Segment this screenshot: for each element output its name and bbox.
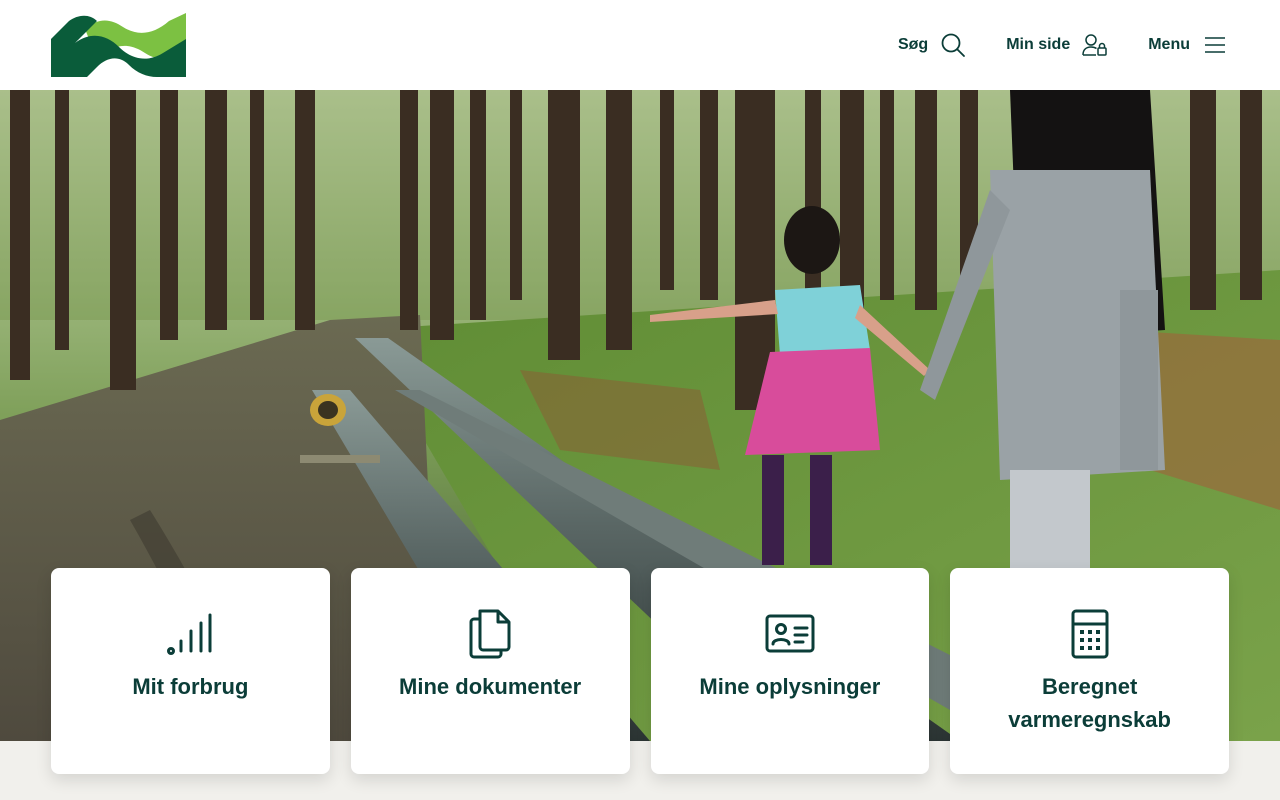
search-button[interactable]: Søg bbox=[898, 32, 966, 58]
documents-icon bbox=[465, 608, 515, 660]
card-my-information[interactable]: Mine oplysninger bbox=[650, 568, 930, 774]
my-page-label: Min side bbox=[1006, 36, 1071, 53]
hamburger-icon bbox=[1202, 32, 1228, 58]
search-icon bbox=[940, 32, 966, 58]
card-heat-accounting[interactable]: Beregnet varmeregnskab bbox=[950, 568, 1229, 774]
calculator-icon bbox=[1065, 608, 1115, 660]
quick-links: Mit forbrug Mine dokumenter Mine oplysni… bbox=[51, 568, 1229, 774]
company-logo[interactable] bbox=[51, 13, 187, 78]
card-label: Mine oplysninger bbox=[699, 674, 881, 699]
site-header: Søg Min side Menu bbox=[0, 0, 1280, 90]
menu-label: Menu bbox=[1148, 36, 1190, 53]
menu-button[interactable]: Menu bbox=[1148, 32, 1228, 58]
card-documents[interactable]: Mine dokumenter bbox=[350, 568, 630, 774]
card-label: Mit forbrug bbox=[132, 674, 249, 699]
user-lock-icon bbox=[1082, 32, 1108, 58]
card-label: Mine dokumenter bbox=[399, 674, 582, 699]
card-label: Beregnet varmeregnskab bbox=[1008, 674, 1171, 732]
search-label: Søg bbox=[897, 36, 929, 53]
top-navigation: Søg Min side Menu bbox=[898, 0, 1228, 90]
id-card-icon bbox=[765, 608, 815, 660]
card-consumption[interactable]: Mit forbrug bbox=[51, 568, 330, 774]
signal-bars-icon bbox=[165, 608, 215, 660]
my-page-button[interactable]: Min side bbox=[1006, 32, 1108, 58]
